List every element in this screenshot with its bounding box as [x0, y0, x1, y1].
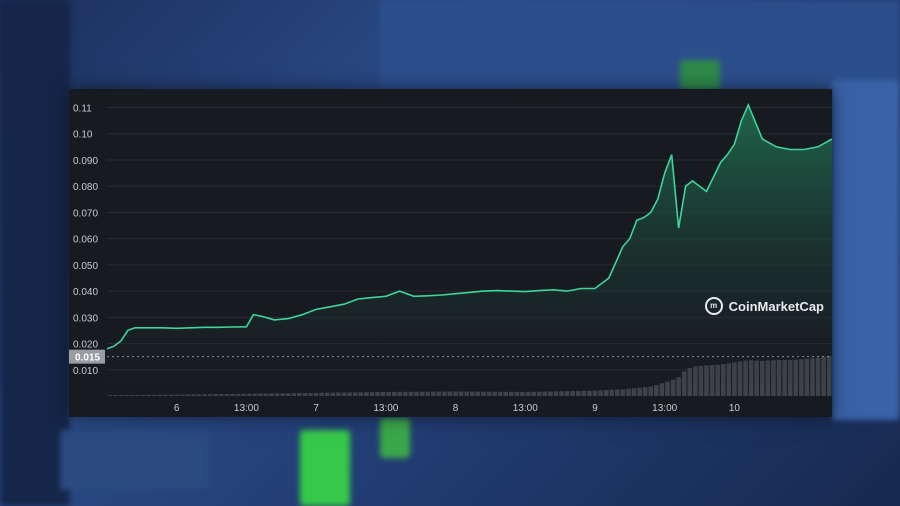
y-axis: 0.11 0.10 0.090 0.080 0.070 0.060 0.050 0.040 0.… — [73, 103, 98, 376]
y-tick-label: 0.030 — [73, 313, 98, 324]
current-price-label: 0.015 — [75, 353, 100, 364]
background-shape — [832, 80, 900, 420]
x-tick-label: 13:00 — [652, 403, 677, 414]
y-tick-label: 0.040 — [73, 287, 98, 298]
background-shape — [380, 0, 900, 90]
x-axis: 6 13:00 7 13:00 8 13:00 9 13:00 10 — [174, 403, 740, 414]
price-area-fill — [107, 104, 832, 397]
x-tick-label: 8 — [453, 403, 459, 414]
y-tick-label: 0.11 — [73, 103, 92, 114]
background-shape — [60, 430, 210, 490]
y-tick-label: 0.090 — [73, 156, 98, 167]
y-tick-label: 0.10 — [73, 130, 93, 141]
y-tick-label: 0.050 — [73, 261, 98, 272]
x-tick-label: 13:00 — [373, 403, 398, 414]
brand-name: CoinMarketCap — [728, 298, 824, 314]
price-area — [106, 102, 833, 397]
y-tick-label: 0.060 — [73, 235, 98, 246]
x-tick-label: 9 — [592, 403, 598, 414]
price-chart-panel: 0.11 0.10 0.090 0.080 0.070 0.060 0.050 0.040 0.… — [69, 89, 833, 417]
background-shape — [680, 60, 720, 90]
background-shape — [0, 0, 70, 506]
y-tick-label: 0.010 — [73, 366, 98, 377]
background-shape — [380, 418, 410, 458]
coinmarketcap-logo: m CoinMarketCap — [704, 297, 824, 315]
x-tick-label: 10 — [729, 403, 741, 414]
x-tick-label: 13:00 — [513, 403, 538, 414]
coinmarketcap-logo-icon: m — [704, 297, 723, 315]
x-tick-label: 6 — [174, 403, 180, 414]
x-tick-label: 7 — [313, 403, 319, 414]
x-tick-label: 13:00 — [234, 403, 259, 414]
y-tick-label: 0.020 — [73, 340, 98, 351]
price-chart[interactable]: 0.11 0.10 0.090 0.080 0.070 0.060 0.050 0.040 0.… — [69, 89, 833, 417]
y-tick-label: 0.070 — [73, 208, 98, 219]
y-tick-label: 0.080 — [73, 182, 98, 193]
background-shape — [300, 430, 350, 506]
